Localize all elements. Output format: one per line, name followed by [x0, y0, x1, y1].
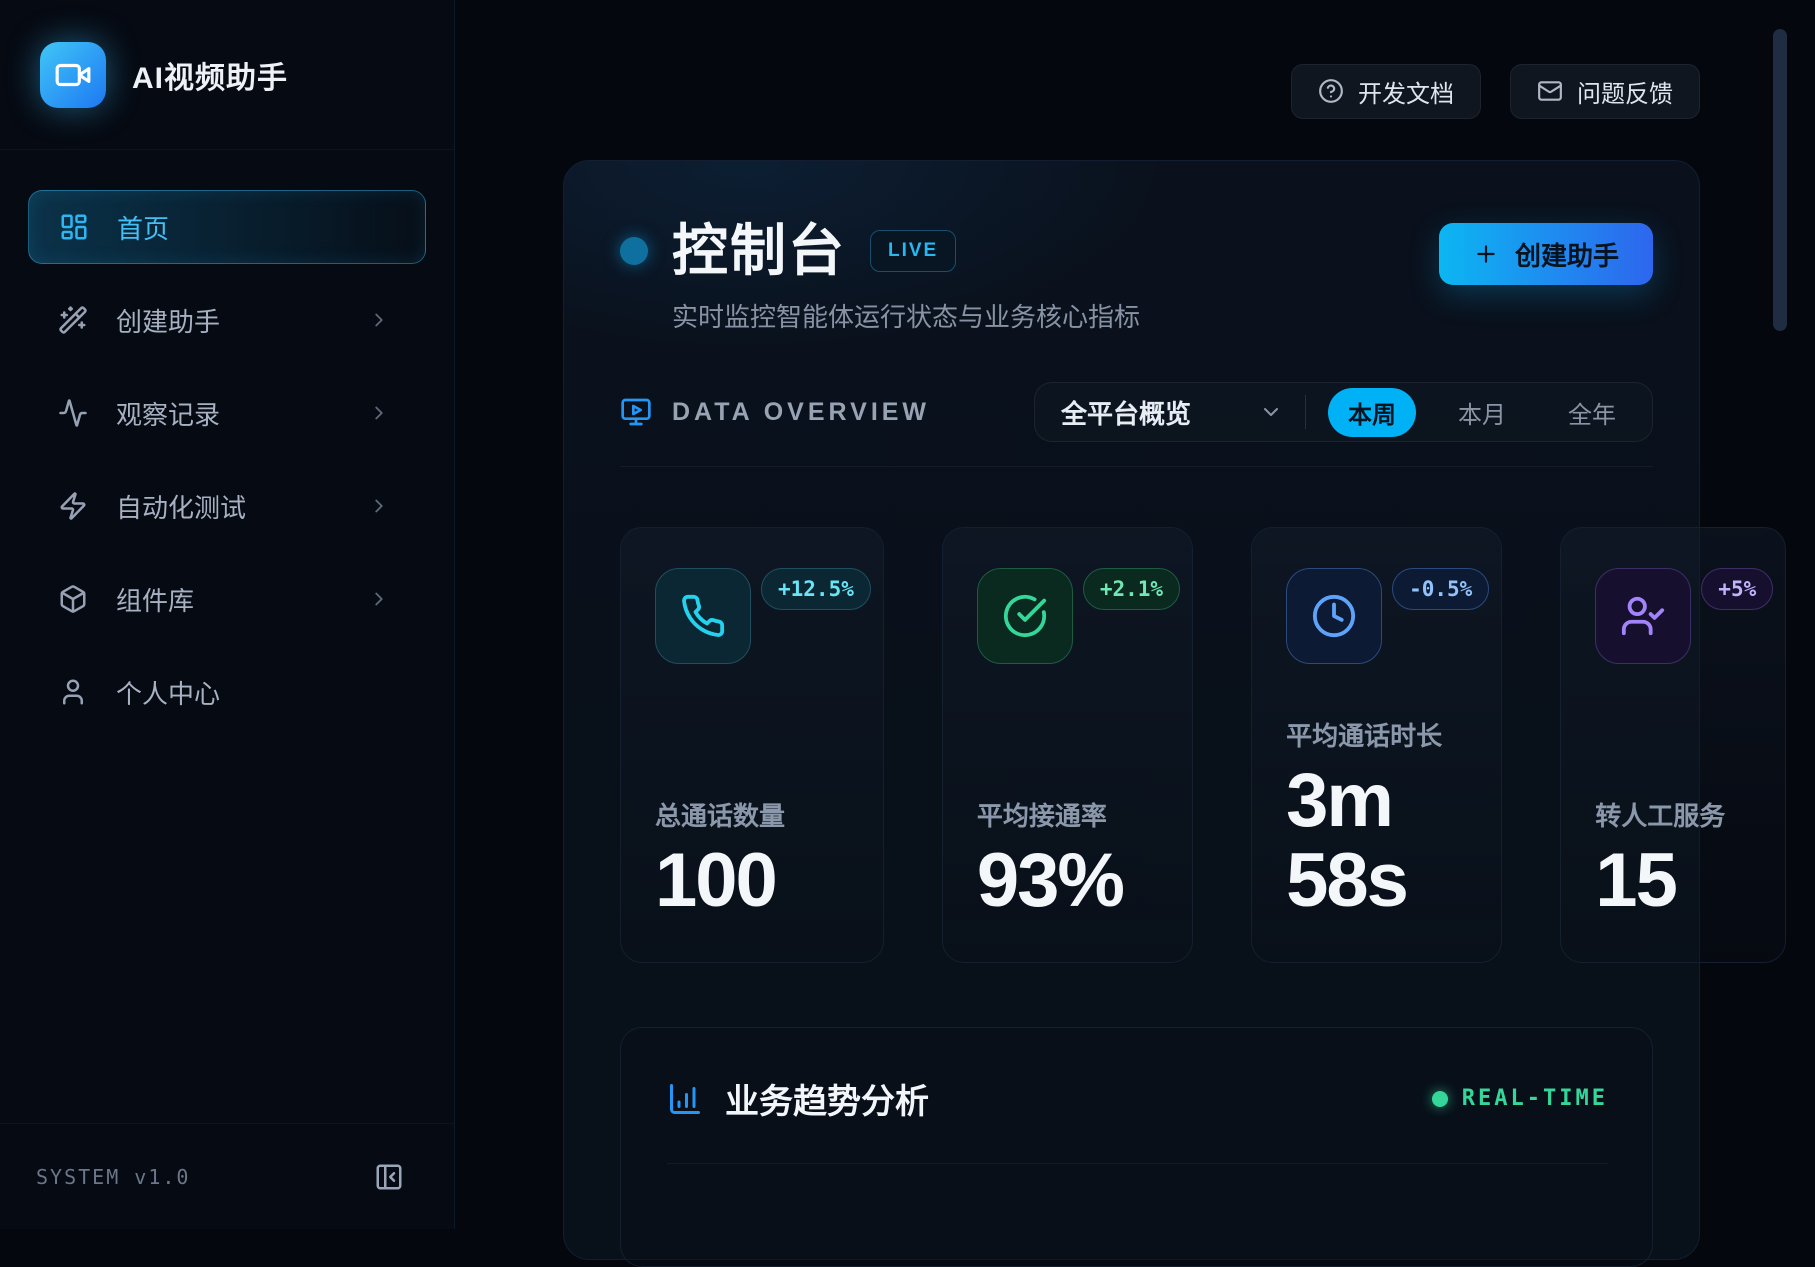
- sidebar: AI视频助手 首页 创建助手 观察记录: [0, 0, 455, 1229]
- main-area: 开发文档 问题反馈 控制台 LIVE 实时监控智能体运行状态与业务核心指标: [455, 0, 1815, 1229]
- help-circle-icon: [1318, 78, 1344, 104]
- stat-trend-badge: +5%: [1701, 568, 1773, 610]
- stat-label: 总通话数量: [655, 796, 855, 833]
- topbar: 开发文档 问题反馈: [563, 0, 1700, 160]
- console-header: 控制台 LIVE 实时监控智能体运行状态与业务核心指标 创建助手: [620, 223, 1653, 334]
- user-check-icon: [1595, 568, 1691, 664]
- stat-card-human-transfer: +5% 转人工服务 15: [1560, 527, 1786, 963]
- bar-chart-icon: [667, 1081, 703, 1117]
- sidebar-item-label: 个人中心: [116, 674, 220, 711]
- stat-value: 15: [1595, 841, 1757, 922]
- check-circle-icon: [977, 568, 1073, 664]
- sidebar-item-component-library[interactable]: 组件库: [28, 562, 426, 636]
- sidebar-item-label: 自动化测试: [116, 488, 246, 525]
- collapse-sidebar-button[interactable]: [374, 1160, 408, 1194]
- chevron-right-icon: [368, 588, 390, 610]
- user-icon: [58, 677, 88, 707]
- divider: [1305, 395, 1306, 429]
- stat-value: 100: [655, 841, 855, 922]
- activity-icon: [58, 398, 88, 428]
- trend-header: 业务趋势分析 REAL-TIME: [667, 1074, 1608, 1164]
- phone-icon: [655, 568, 751, 664]
- stat-trend-badge: +2.1%: [1083, 568, 1180, 610]
- data-overview-heading: DATA OVERVIEW: [672, 398, 930, 427]
- sidebar-item-label: 首页: [117, 209, 169, 246]
- sidebar-item-label: 组件库: [116, 581, 194, 618]
- dev-docs-label: 开发文档: [1358, 74, 1454, 109]
- status-dot: [620, 237, 648, 265]
- realtime-status: REAL-TIME: [1432, 1086, 1608, 1111]
- video-camera-icon: [40, 42, 106, 108]
- sidebar-item-label: 观察记录: [116, 395, 220, 432]
- stat-card-top: -0.5%: [1286, 568, 1473, 664]
- chevron-right-icon: [368, 495, 390, 517]
- trend-analysis-card: 业务趋势分析 REAL-TIME: [620, 1027, 1653, 1267]
- logo-row: AI视频助手: [0, 0, 454, 150]
- console-subtitle: 实时监控智能体运行状态与业务核心指标: [672, 297, 1140, 334]
- stat-card-avg-duration: -0.5% 平均通话时长 3m 58s: [1251, 527, 1502, 963]
- chevron-right-icon: [368, 402, 390, 424]
- sidebar-footer: SYSTEM v1.0: [0, 1123, 454, 1229]
- sidebar-nav: 首页 创建助手 观察记录 自动化测试: [0, 150, 454, 1123]
- collapse-sidebar-icon: [374, 1162, 408, 1192]
- data-overview-heading-group: DATA OVERVIEW: [620, 396, 930, 428]
- monitor-play-icon: [620, 396, 652, 428]
- stat-card-total-calls: +12.5% 总通话数量 100: [620, 527, 884, 963]
- system-version: SYSTEM v1.0: [36, 1165, 190, 1189]
- tab-this-month[interactable]: 本月: [1438, 388, 1526, 437]
- sidebar-item-create-assistant[interactable]: 创建助手: [28, 283, 426, 357]
- lightning-icon: [58, 491, 88, 521]
- chevron-right-icon: [368, 309, 390, 331]
- live-badge: LIVE: [870, 230, 956, 272]
- dev-docs-button[interactable]: 开发文档: [1291, 64, 1481, 119]
- platform-filter-dropdown[interactable]: 全平台概览: [1061, 394, 1191, 431]
- create-assistant-button[interactable]: 创建助手: [1439, 223, 1653, 285]
- overview-controls: 全平台概览 本周 本月 全年: [1034, 382, 1653, 442]
- mail-icon: [1537, 78, 1563, 104]
- stat-label: 平均接通率: [977, 796, 1164, 833]
- app-root: AI视频助手 首页 创建助手 观察记录: [0, 0, 1815, 1229]
- sidebar-item-observe-records[interactable]: 观察记录: [28, 376, 426, 450]
- create-assistant-label: 创建助手: [1515, 236, 1619, 273]
- realtime-dot: [1432, 1091, 1448, 1107]
- clock-icon: [1286, 568, 1382, 664]
- chevron-down-icon[interactable]: [1259, 400, 1283, 424]
- stat-card-answer-rate: +2.1% 平均接通率 93%: [942, 527, 1193, 963]
- page-title: 控制台: [672, 223, 846, 279]
- console-title-row: 控制台 LIVE: [620, 223, 1140, 279]
- feedback-button[interactable]: 问题反馈: [1510, 64, 1700, 119]
- stat-card-top: +5%: [1595, 568, 1757, 664]
- console-card: 控制台 LIVE 实时监控智能体运行状态与业务核心指标 创建助手: [563, 160, 1700, 1260]
- trend-title: 业务趋势分析: [725, 1074, 929, 1123]
- sidebar-item-automation-test[interactable]: 自动化测试: [28, 469, 426, 543]
- app-title: AI视频助手: [132, 53, 288, 97]
- stat-value: 93%: [977, 841, 1164, 922]
- sidebar-item-personal-center[interactable]: 个人中心: [28, 655, 426, 729]
- stat-value: 3m 58s: [1286, 761, 1473, 922]
- magic-wand-icon: [58, 305, 88, 335]
- console-title-block: 控制台 LIVE 实时监控智能体运行状态与业务核心指标: [620, 223, 1140, 334]
- stats-row: +12.5% 总通话数量 100 +2.1% 平均接通率 93%: [620, 527, 1653, 963]
- stat-label: 平均通话时长: [1286, 716, 1473, 753]
- stat-label: 转人工服务: [1595, 796, 1757, 833]
- cube-icon: [58, 584, 88, 614]
- data-overview-row: DATA OVERVIEW 全平台概览 本周 本月 全年: [620, 382, 1653, 467]
- trend-title-group: 业务趋势分析: [667, 1074, 929, 1123]
- tab-this-year[interactable]: 全年: [1548, 388, 1636, 437]
- dashboard-icon: [59, 212, 89, 242]
- stat-card-top: +2.1%: [977, 568, 1164, 664]
- feedback-label: 问题反馈: [1577, 74, 1673, 109]
- vertical-scrollbar-thumb[interactable]: [1773, 29, 1787, 331]
- realtime-label: REAL-TIME: [1462, 1086, 1608, 1111]
- tab-this-week[interactable]: 本周: [1328, 388, 1416, 437]
- sidebar-item-home[interactable]: 首页: [28, 190, 426, 264]
- stat-card-top: +12.5%: [655, 568, 855, 664]
- sidebar-item-label: 创建助手: [116, 302, 220, 339]
- stat-trend-badge: +12.5%: [761, 568, 871, 610]
- plus-icon: [1473, 241, 1499, 267]
- stat-trend-badge: -0.5%: [1392, 568, 1489, 610]
